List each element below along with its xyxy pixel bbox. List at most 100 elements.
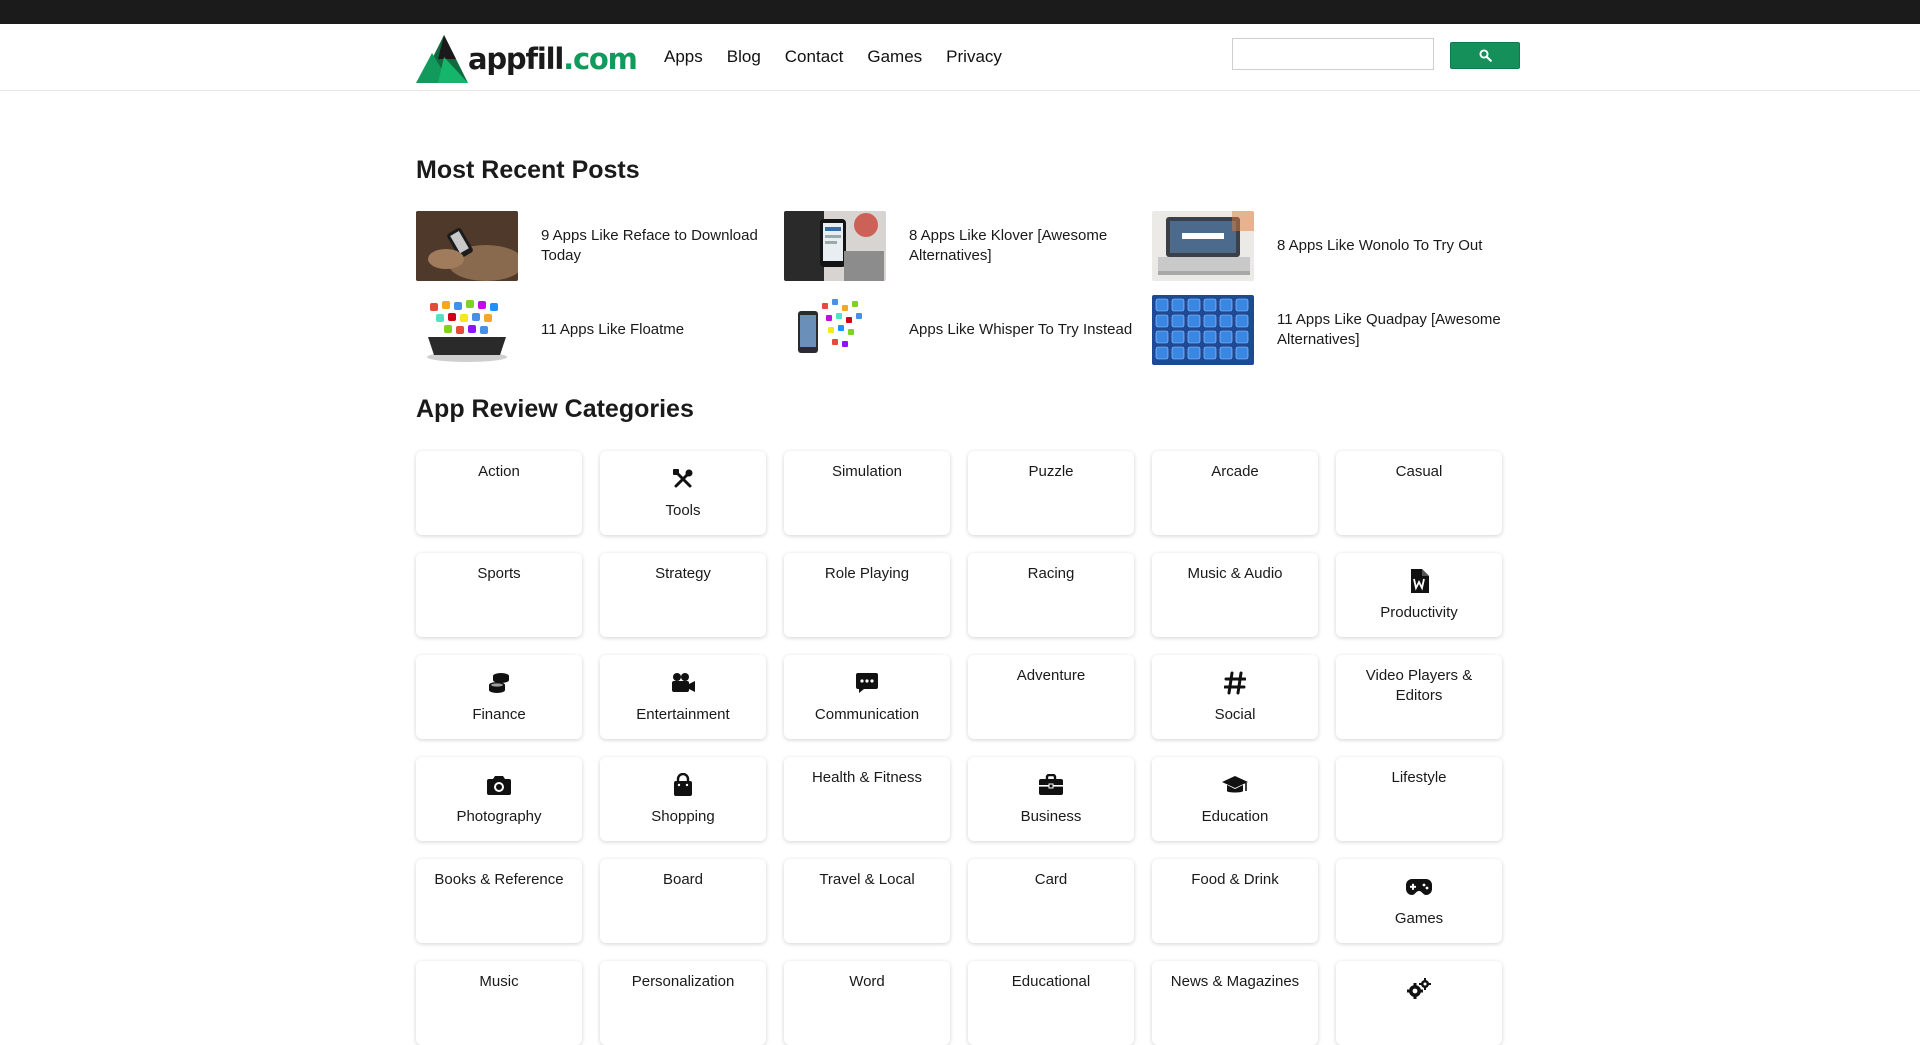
category-label: Role Playing bbox=[824, 565, 910, 582]
category-card-puzzle[interactable]: Puzzle bbox=[968, 451, 1134, 535]
nav-blog[interactable]: Blog bbox=[727, 47, 761, 67]
category-card-personalization[interactable]: Personalization bbox=[600, 961, 766, 1045]
search-button[interactable] bbox=[1450, 42, 1520, 69]
post-thumbnail[interactable] bbox=[784, 295, 886, 365]
post-item[interactable]: Apps Like Whisper To Try Instead bbox=[784, 295, 1144, 365]
category-card-books-reference[interactable]: Books & Reference bbox=[416, 859, 582, 943]
category-card-action[interactable]: Action bbox=[416, 451, 582, 535]
post-title[interactable]: 8 Apps Like Wonolo To Try Out bbox=[1277, 211, 1507, 281]
category-label: Simulation bbox=[831, 463, 903, 480]
search-input[interactable] bbox=[1232, 38, 1434, 70]
post-title[interactable]: 8 Apps Like Klover [Awesome Alternatives… bbox=[909, 211, 1139, 281]
category-label: Food & Drink bbox=[1191, 871, 1279, 888]
category-card-racing[interactable]: Racing bbox=[968, 553, 1134, 637]
post-title[interactable]: 11 Apps Like Floatme bbox=[541, 295, 771, 365]
category-card-casual[interactable]: Casual bbox=[1336, 451, 1502, 535]
category-card-business[interactable]: Business bbox=[968, 757, 1134, 841]
post-thumbnail[interactable] bbox=[1152, 295, 1254, 365]
post-thumbnail[interactable] bbox=[1152, 211, 1254, 281]
category-card-shopping[interactable]: Shopping bbox=[600, 757, 766, 841]
category-card-lifestyle[interactable]: Lifestyle bbox=[1336, 757, 1502, 841]
category-label: Social bbox=[1214, 706, 1256, 723]
categories-grid: Action Tools Simulation Puzzle Arcade Ca… bbox=[416, 451, 1506, 1045]
category-card-news-magazines[interactable]: News & Magazines bbox=[1152, 961, 1318, 1045]
recent-posts-title: Most Recent Posts bbox=[416, 156, 640, 184]
category-card-arcade[interactable]: Arcade bbox=[1152, 451, 1318, 535]
category-card-board[interactable]: Board bbox=[600, 859, 766, 943]
category-label: Strategy bbox=[655, 565, 711, 582]
category-label: Education bbox=[1201, 808, 1269, 825]
category-card-music-audio[interactable]: Music & Audio bbox=[1152, 553, 1318, 637]
post-thumbnail[interactable] bbox=[784, 211, 886, 281]
category-label: Productivity bbox=[1380, 604, 1458, 621]
category-card-video-players-editors[interactable]: Video Players & Editors bbox=[1336, 655, 1502, 739]
category-card-photography[interactable]: Photography bbox=[416, 757, 582, 841]
hashtag-icon bbox=[1152, 669, 1318, 697]
category-label: Action bbox=[478, 463, 520, 480]
post-item[interactable]: 11 Apps Like Quadpay [Awesome Alternativ… bbox=[1152, 295, 1512, 365]
post-item[interactable]: 8 Apps Like Wonolo To Try Out bbox=[1152, 211, 1512, 281]
shopping-bag-icon bbox=[600, 771, 766, 799]
camera-icon bbox=[416, 771, 582, 799]
category-card-education[interactable]: Education bbox=[1152, 757, 1318, 841]
category-card-games[interactable]: Games bbox=[1336, 859, 1502, 943]
category-label: Board bbox=[662, 871, 704, 888]
category-card-card[interactable]: Card bbox=[968, 859, 1134, 943]
category-card-social[interactable]: Social bbox=[1152, 655, 1318, 739]
category-label: Word bbox=[849, 973, 885, 990]
category-card-music[interactable]: Music bbox=[416, 961, 582, 1045]
category-label: Personalization bbox=[631, 973, 735, 990]
category-card-educational[interactable]: Educational bbox=[968, 961, 1134, 1045]
category-label: Casual bbox=[1395, 463, 1443, 480]
video-camera-icon bbox=[600, 669, 766, 697]
category-card-tools[interactable]: Tools bbox=[600, 451, 766, 535]
category-card-sports[interactable]: Sports bbox=[416, 553, 582, 637]
category-card-adventure[interactable]: Adventure bbox=[968, 655, 1134, 739]
category-label: Travel & Local bbox=[819, 871, 915, 888]
nav-apps[interactable]: Apps bbox=[664, 47, 703, 67]
top-bar bbox=[0, 0, 1920, 24]
category-label: Tools bbox=[665, 502, 701, 519]
category-label: Games bbox=[1394, 910, 1444, 927]
post-title[interactable]: Apps Like Whisper To Try Instead bbox=[909, 295, 1139, 365]
category-label: Music bbox=[479, 973, 519, 990]
category-card-simulation[interactable]: Simulation bbox=[784, 451, 950, 535]
nav-privacy[interactable]: Privacy bbox=[946, 47, 1002, 67]
category-card-strategy[interactable]: Strategy bbox=[600, 553, 766, 637]
category-card-entertainment[interactable]: Entertainment bbox=[600, 655, 766, 739]
category-card-settings[interactable] bbox=[1336, 961, 1502, 1045]
category-card-health-fitness[interactable]: Health & Fitness bbox=[784, 757, 950, 841]
word-file-icon bbox=[1336, 567, 1502, 595]
category-card-travel-local[interactable]: Travel & Local bbox=[784, 859, 950, 943]
post-item[interactable]: 11 Apps Like Floatme bbox=[416, 295, 776, 365]
category-label: Photography bbox=[456, 808, 542, 825]
category-card-productivity[interactable]: Productivity bbox=[1336, 553, 1502, 637]
nav-contact[interactable]: Contact bbox=[785, 47, 844, 67]
category-card-word[interactable]: Word bbox=[784, 961, 950, 1045]
post-item[interactable]: 9 Apps Like Reface to Download Today bbox=[416, 211, 776, 281]
post-thumbnail[interactable] bbox=[416, 295, 518, 365]
nav-games[interactable]: Games bbox=[867, 47, 922, 67]
post-title[interactable]: 11 Apps Like Quadpay [Awesome Alternativ… bbox=[1277, 295, 1507, 365]
category-label: Communication bbox=[814, 706, 920, 723]
category-label: Entertainment bbox=[636, 706, 730, 723]
category-card-finance[interactable]: Finance bbox=[416, 655, 582, 739]
gamepad-icon bbox=[1336, 873, 1502, 901]
category-label: Sports bbox=[477, 565, 521, 582]
tree-logo-icon bbox=[416, 35, 468, 83]
post-title[interactable]: 9 Apps Like Reface to Download Today bbox=[541, 211, 771, 281]
category-label: News & Magazines bbox=[1170, 973, 1300, 990]
category-label: Adventure bbox=[1016, 667, 1086, 684]
main-nav: Apps Blog Contact Games Privacy bbox=[664, 24, 1026, 90]
category-label: Music & Audio bbox=[1187, 565, 1283, 582]
category-label: Card bbox=[1034, 871, 1068, 888]
site-header: appfill.com Apps Blog Contact Games Priv… bbox=[0, 24, 1920, 91]
site-logo[interactable]: appfill.com bbox=[416, 31, 638, 85]
post-item[interactable]: 8 Apps Like Klover [Awesome Alternatives… bbox=[784, 211, 1144, 281]
category-card-role-playing[interactable]: Role Playing bbox=[784, 553, 950, 637]
category-card-food-drink[interactable]: Food & Drink bbox=[1152, 859, 1318, 943]
post-thumbnail[interactable] bbox=[416, 211, 518, 281]
category-label: Shopping bbox=[651, 808, 715, 825]
category-label: Video Players & Editors bbox=[1365, 667, 1473, 704]
category-card-communication[interactable]: Communication bbox=[784, 655, 950, 739]
